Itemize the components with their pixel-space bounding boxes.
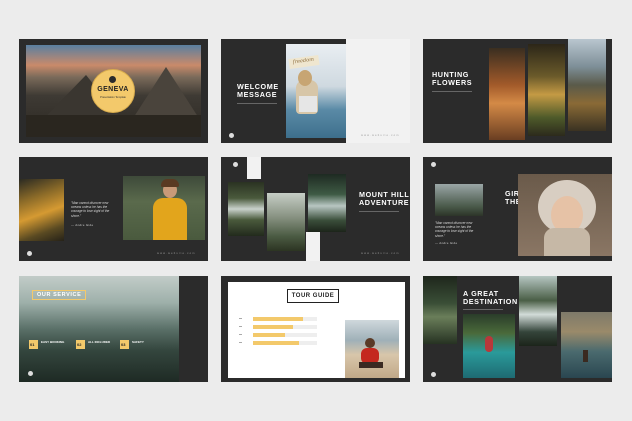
guide-on-beach-photo	[345, 320, 399, 378]
slide-geneva[interactable]: GENEVA Presentation Template	[19, 39, 208, 143]
quote-author: — Andre Gide	[71, 223, 94, 227]
slide-subtitle: Presentation Template	[100, 96, 126, 99]
hiker-yellow-jacket-photo	[123, 176, 205, 240]
turquoise-pool-photo	[463, 314, 515, 378]
lake-hiker-photo	[561, 312, 612, 378]
logo-icon	[27, 251, 32, 256]
mountain-forest-photo	[568, 39, 606, 131]
slide-title: MOUNT HILL ADVENTURE	[359, 190, 410, 208]
slide-title: GENEVA	[97, 86, 129, 93]
girl-fur-hat-photo	[518, 174, 612, 256]
logo-icon	[28, 371, 33, 376]
footer-url: www.website.com	[361, 134, 400, 137]
globe-icon	[109, 76, 116, 83]
rocky-coast-photo	[435, 184, 483, 216]
mossy-waterfall-photo	[308, 174, 346, 232]
footer-url: www.website.com	[361, 252, 400, 255]
slide-welcome[interactable]: freedom WELCOME MESSAGE www.website.com	[221, 39, 410, 143]
progress-fill	[253, 333, 285, 337]
foggy-forest-path-photo	[267, 193, 305, 251]
slide-girls-trip[interactable]: "Man cannot discover new oceans unless h…	[423, 157, 612, 261]
footer-url: www.website.com	[157, 252, 196, 255]
progress-fill	[253, 341, 300, 345]
slide-title: TOUR GUIDE	[287, 289, 339, 303]
progress-bars	[239, 316, 319, 346]
woman-with-flag-photo: freedom	[286, 44, 346, 138]
quote-author: — Andre Gide	[435, 241, 458, 245]
slide-title: HUNTING FLOWERS	[432, 70, 473, 88]
logo-icon	[233, 162, 238, 167]
quote-text: "Man cannot discover new oceans unless h…	[435, 221, 474, 238]
slide-title: WELCOME MESSAGE	[237, 82, 279, 100]
freedom-flag: freedom	[288, 54, 320, 70]
yellow-forest-photo	[19, 179, 64, 241]
slide-title: A GREAT DESTINATION	[463, 289, 518, 307]
forest-road-photo	[528, 44, 565, 136]
slide-title: OUR SERVICE	[32, 290, 87, 300]
slide-our-service[interactable]: OUR SERVICE 01 EASY BOOKING 02 ALL INCLU…	[19, 276, 208, 382]
progress-fill	[253, 325, 293, 329]
logo-icon	[431, 372, 436, 377]
title-badge: GENEVA Presentation Template	[91, 69, 135, 113]
logo-icon	[431, 162, 436, 167]
slide-tour-guide[interactable]: TOUR GUIDE	[221, 276, 410, 382]
cascade-falls-photo	[519, 276, 557, 346]
slide-great-destination[interactable]: A GREAT DESTINATION	[423, 276, 612, 382]
logo-icon	[229, 133, 234, 138]
autumn-path-photo	[489, 48, 525, 140]
quote-text: "Man cannot discover new oceans unless h…	[71, 201, 110, 218]
slide-hunting[interactable]: HUNTING FLOWERS	[423, 39, 612, 143]
progress-fill	[253, 317, 303, 321]
slide-mount-hill[interactable]: MOUNT HILL ADVENTURE www.website.com	[221, 157, 410, 261]
slide-quote-hiker[interactable]: "Man cannot discover new oceans unless h…	[19, 157, 208, 261]
forest-waterfall-photo	[423, 276, 457, 344]
waterfall-photo	[228, 182, 264, 236]
